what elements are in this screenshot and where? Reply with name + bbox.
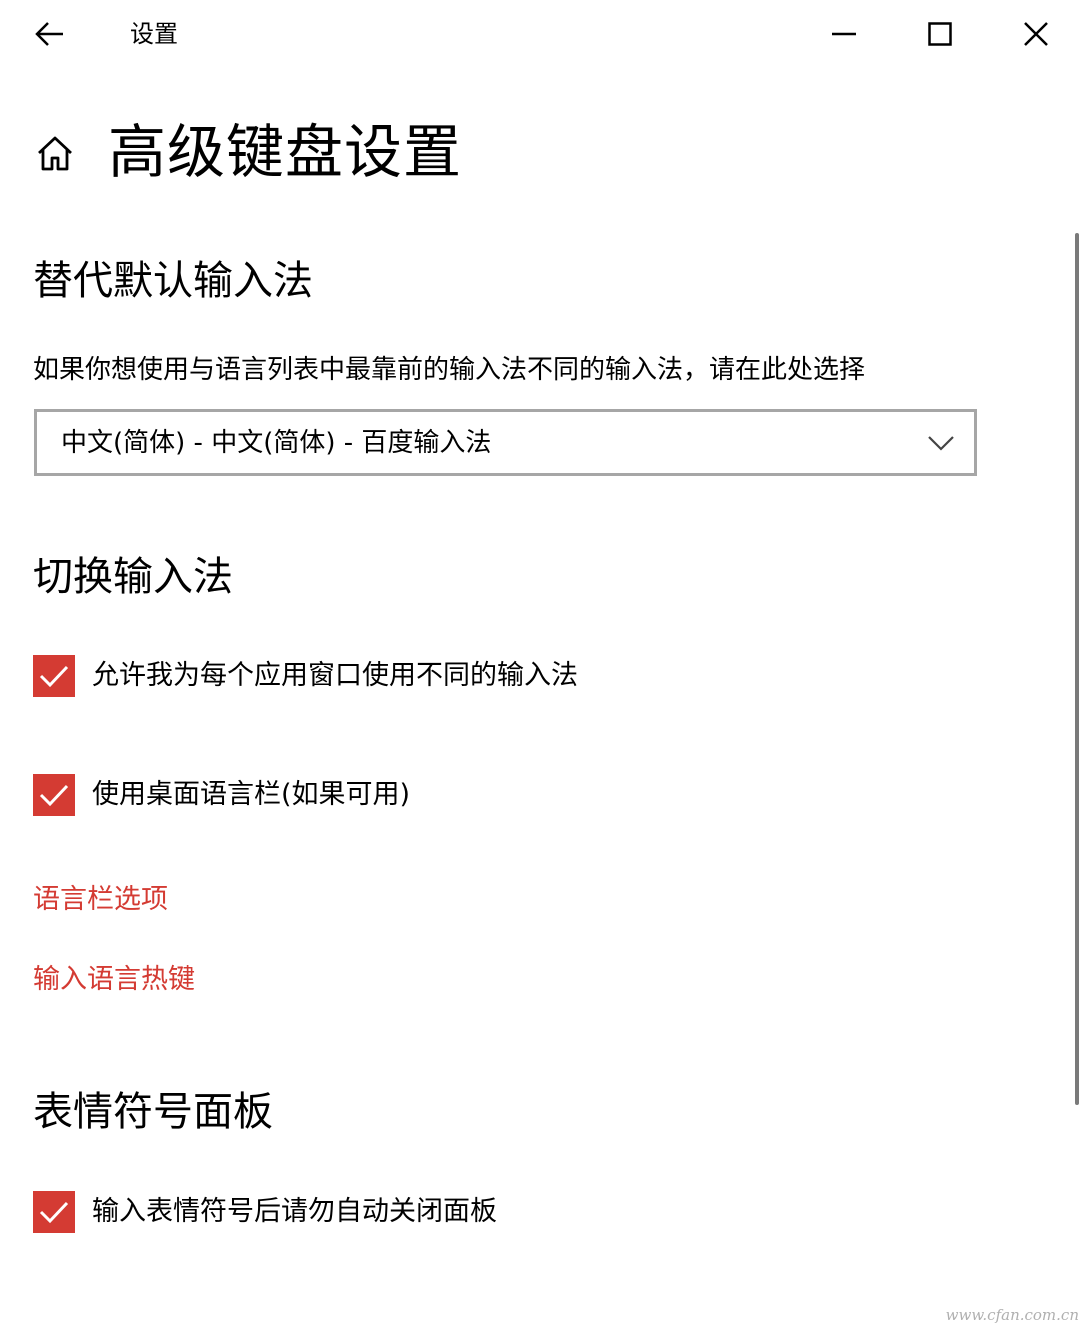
page-title: 高级键盘设置 — [108, 118, 463, 186]
maximize-button[interactable] — [918, 14, 962, 54]
section-title-emoji: 表情符号面板 — [33, 1089, 273, 1135]
chevron-down-icon — [928, 436, 954, 451]
option-per-app-input[interactable]: 允许我为每个应用窗口使用不同的输入法 — [33, 655, 578, 697]
minimize-icon — [832, 32, 856, 36]
checkmark-icon — [39, 1201, 69, 1224]
section-title-override: 替代默认输入法 — [33, 258, 313, 304]
close-button[interactable] — [1014, 14, 1058, 54]
checkmark-icon — [39, 665, 69, 688]
checkmark-icon — [39, 784, 69, 807]
checkbox-label: 允许我为每个应用窗口使用不同的输入法 — [92, 660, 578, 691]
link-input-language-hotkeys[interactable]: 输入语言热键 — [33, 962, 195, 998]
section-title-switch: 切换输入法 — [33, 554, 233, 600]
home-icon — [38, 136, 72, 171]
option-desktop-language-bar[interactable]: 使用桌面语言栏(如果可用) — [33, 774, 410, 816]
checkbox-label: 使用桌面语言栏(如果可用) — [92, 779, 411, 810]
minimize-button[interactable] — [822, 14, 866, 54]
link-language-bar-options[interactable]: 语言栏选项 — [33, 882, 168, 918]
input-method-dropdown[interactable]: 中文(简体) - 中文(简体) - 百度输入法 — [34, 409, 977, 476]
override-description: 如果你想使用与语言列表中最靠前的输入法不同的输入法，请在此处选择 — [33, 355, 866, 385]
app-title: 设置 — [130, 20, 178, 48]
vertical-scrollbar[interactable] — [1075, 233, 1079, 1105]
close-icon — [1024, 22, 1048, 46]
checkbox-desktop-language-bar[interactable] — [33, 774, 75, 816]
option-keep-emoji-panel-open[interactable]: 输入表情符号后请勿自动关闭面板 — [33, 1191, 497, 1233]
watermark: www.cfan.com.cn — [945, 1306, 1079, 1324]
arrow-left-icon — [35, 22, 63, 46]
home-button[interactable] — [30, 128, 80, 178]
checkbox-keep-emoji-panel-open[interactable] — [33, 1191, 75, 1233]
maximize-icon — [928, 22, 952, 46]
checkbox-label: 输入表情符号后请勿自动关闭面板 — [92, 1196, 497, 1227]
dropdown-selected-value: 中文(简体) - 中文(简体) - 百度输入法 — [61, 428, 492, 458]
back-button[interactable] — [30, 14, 70, 54]
checkbox-per-app-input[interactable] — [33, 655, 75, 697]
